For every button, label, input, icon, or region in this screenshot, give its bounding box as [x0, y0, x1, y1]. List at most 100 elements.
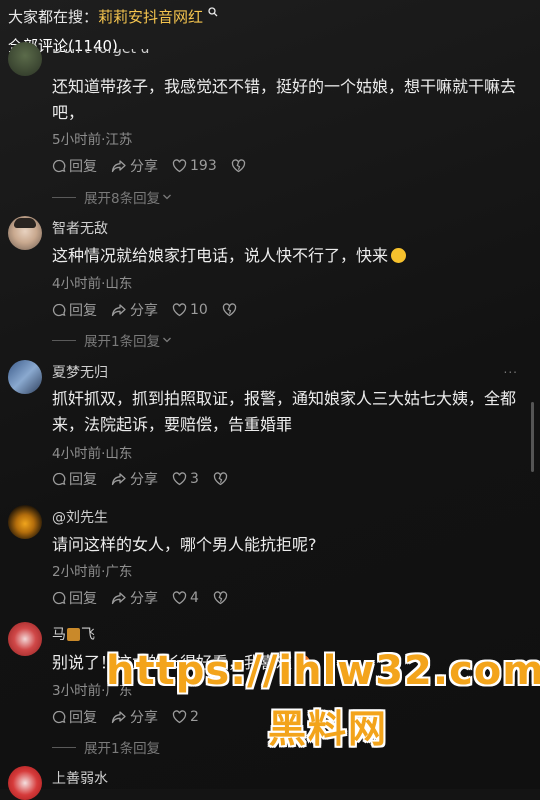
reply-button[interactable]: 回复: [52, 707, 97, 727]
avatar[interactable]: [8, 42, 42, 76]
like-button[interactable]: 10: [172, 302, 208, 318]
like-count: 2: [190, 709, 199, 725]
watermark-url: https://ihlw32.com: [106, 648, 540, 694]
share-label: 分享: [130, 591, 158, 607]
share-icon: [111, 711, 126, 724]
expand-label: 展开8条回复: [84, 191, 161, 207]
comment-time: 4小时前: [52, 276, 102, 292]
share-label: 分享: [130, 710, 158, 726]
comment-username[interactable]: Don't forget u: [52, 49, 149, 57]
like-button[interactable]: 3: [172, 471, 199, 487]
comment-location: 山东: [105, 446, 133, 462]
avatar[interactable]: [8, 216, 42, 250]
broken-heart-icon: [213, 472, 228, 486]
like-count: 10: [190, 302, 208, 318]
reply-icon: [52, 591, 66, 605]
share-label: 分享: [130, 303, 158, 319]
divider-line: [52, 339, 76, 341]
reply-label: 回复: [69, 591, 97, 607]
share-button[interactable]: 分享: [111, 707, 158, 727]
watermark-name: 黑料网: [268, 707, 389, 751]
hot-search-prefix: 大家都在搜：: [8, 8, 99, 26]
comment-actions: 回复 分享 4: [52, 588, 245, 608]
reply-button[interactable]: 回复: [52, 300, 97, 320]
like-button[interactable]: 4: [172, 590, 199, 606]
comment-location: 江苏: [105, 132, 133, 148]
hot-search-bar[interactable]: 大家都在搜：莉莉安抖音网红: [8, 6, 218, 27]
chevron-down-icon: [162, 332, 172, 348]
share-button[interactable]: 分享: [111, 156, 158, 176]
dislike-button[interactable]: [222, 303, 240, 317]
avatar[interactable]: [8, 360, 42, 394]
comment-actions: 回复 分享 10: [52, 300, 254, 320]
broken-heart-icon: [222, 303, 236, 317]
reply-button[interactable]: 回复: [52, 588, 97, 608]
heart-icon: [172, 710, 187, 724]
like-count: 3: [190, 471, 199, 487]
share-icon: [111, 592, 126, 605]
search-icon[interactable]: [204, 7, 218, 20]
comment-username[interactable]: @刘先生: [52, 507, 108, 527]
dislike-button[interactable]: [213, 591, 231, 605]
divider-line: [52, 746, 76, 748]
avatar[interactable]: [8, 766, 42, 800]
share-button[interactable]: 分享: [111, 469, 158, 489]
share-button[interactable]: 分享: [111, 300, 158, 320]
hot-search-keyword[interactable]: 莉莉安抖音网红: [98, 8, 203, 26]
comment-actions: 回复 分享 193: [52, 156, 263, 176]
reply-icon: [52, 159, 66, 173]
expand-label: 展开1条回复: [84, 741, 161, 757]
comment-location: 山东: [105, 276, 133, 292]
share-label: 分享: [130, 159, 158, 175]
reply-button[interactable]: 回复: [52, 156, 97, 176]
like-button[interactable]: 2: [172, 709, 199, 725]
comment-username[interactable]: 夏梦无归: [52, 362, 108, 382]
reply-icon: [52, 710, 66, 724]
broken-heart-icon: [231, 159, 245, 173]
reply-icon: [52, 303, 66, 317]
dislike-button[interactable]: [231, 159, 249, 173]
comment-text: 这种情况就给娘家打电话，说人快不行了，快来: [52, 243, 528, 269]
avatar-badge-icon: [67, 628, 80, 641]
more-options-button[interactable]: ...: [504, 362, 518, 376]
heart-icon: [172, 303, 187, 317]
laughing-emoji-icon: [391, 248, 407, 263]
expand-label: 展开1条回复: [84, 334, 161, 350]
reply-button[interactable]: 回复: [52, 469, 97, 489]
avatar[interactable]: [8, 622, 42, 656]
username-part: 飞: [81, 627, 95, 643]
like-button[interactable]: 193: [172, 158, 217, 174]
like-count: 193: [190, 158, 217, 174]
comment-text-content: 这种情况就给娘家打电话，说人快不行了，快来: [52, 246, 389, 265]
comment-username[interactable]: 智者无敌: [52, 218, 108, 238]
comment-time: 3小时前: [52, 683, 102, 699]
share-icon: [111, 304, 126, 317]
comment-actions: 回复 分享 2: [52, 707, 213, 727]
comment-username[interactable]: 马飞: [52, 624, 95, 644]
scrollbar[interactable]: [531, 402, 534, 472]
comment-username[interactable]: 上善弱水: [52, 768, 108, 788]
comment-time: 5小时前: [52, 132, 102, 148]
comment-text: 请问这样的女人，哪个男人能抗拒呢?: [52, 535, 317, 554]
reply-label: 回复: [69, 710, 97, 726]
comment-actions: 回复 分享 3: [52, 469, 245, 489]
heart-icon: [172, 591, 187, 605]
share-button[interactable]: 分享: [111, 588, 158, 608]
comment-time: 2小时前: [52, 564, 102, 580]
share-icon: [111, 160, 126, 173]
reply-label: 回复: [69, 159, 97, 175]
comment-meta: 2小时前·广东: [52, 560, 132, 580]
username-part: 马: [52, 627, 66, 643]
like-count: 4: [190, 590, 199, 606]
dislike-button[interactable]: [213, 472, 231, 486]
divider-line: [52, 196, 76, 198]
expand-replies-button[interactable]: 展开1条回复: [52, 737, 160, 757]
expand-replies-button[interactable]: 展开8条回复: [52, 187, 172, 207]
reply-icon: [52, 472, 66, 486]
avatar[interactable]: [8, 505, 42, 539]
comment-meta: 5小时前·江苏: [52, 128, 132, 148]
comment-meta: 4小时前·山东: [52, 272, 132, 292]
expand-replies-button[interactable]: 展开1条回复: [52, 330, 172, 350]
heart-icon: [172, 159, 187, 173]
comment-location: 广东: [105, 564, 133, 580]
